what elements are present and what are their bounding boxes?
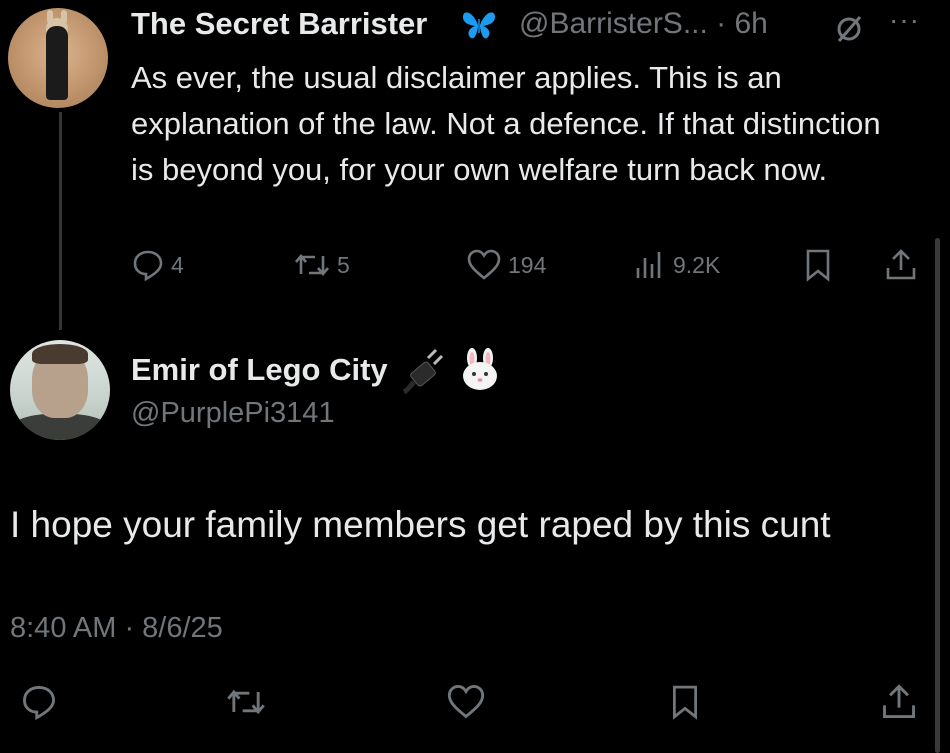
rabbit-face-emoji-icon [463,348,497,390]
grok-icon[interactable] [834,14,864,44]
reply-count: 4 [171,251,184,278]
parent-author-name[interactable]: The Secret Barrister [131,6,427,42]
main-repost-button[interactable] [225,683,267,721]
main-action-bar [0,683,950,723]
share-icon [886,249,916,280]
main-tweet-text: I hope your family members get raped by … [10,504,831,545]
avatar-secret-barrister[interactable] [8,8,108,108]
main-handle[interactable]: @PurplePi3141 [131,397,335,430]
scrollbar[interactable] [935,238,940,753]
parent-handle-time[interactable]: @BarristerS... · 6h [519,7,768,41]
parent-action-bar: 4 5 194 9.2K [0,248,950,284]
repost-icon [227,689,265,715]
repost-icon [295,253,329,277]
share-icon [883,684,915,718]
main-bookmark-button[interactable] [668,683,702,721]
heart-icon [447,684,485,719]
views-button[interactable]: 9.2K [633,248,720,282]
reply-button[interactable]: 4 [131,248,184,282]
more-options-icon[interactable]: ··· [889,4,920,36]
views-icon [636,252,661,278]
tweet-timestamp[interactable]: 8:40 AM · 8/6/25 [10,612,223,645]
bookmark-button[interactable] [802,248,834,282]
heart-icon [467,249,501,280]
like-button[interactable]: 194 [466,248,546,282]
main-author-name[interactable]: Emir of Lego City [131,352,388,388]
electric-plug-emoji-icon [402,348,444,394]
repost-button[interactable]: 5 [293,248,350,282]
avatar-emir-of-lego-city[interactable] [10,340,110,440]
repost-count: 5 [337,251,350,278]
bookmark-icon [672,685,698,720]
reply-icon [23,686,55,721]
reply-icon [133,250,163,282]
butterfly-verified-icon [463,12,495,39]
views-count: 9.2K [673,251,721,278]
main-reply-button[interactable] [20,683,58,721]
bookmark-icon [806,249,830,282]
thread-line [59,112,62,330]
main-like-button[interactable] [446,683,486,721]
like-count: 194 [508,251,547,278]
parent-tweet-text: As ever, the usual disclaimer applies. T… [131,60,881,187]
share-button[interactable] [884,248,918,282]
main-share-button[interactable] [880,683,918,721]
